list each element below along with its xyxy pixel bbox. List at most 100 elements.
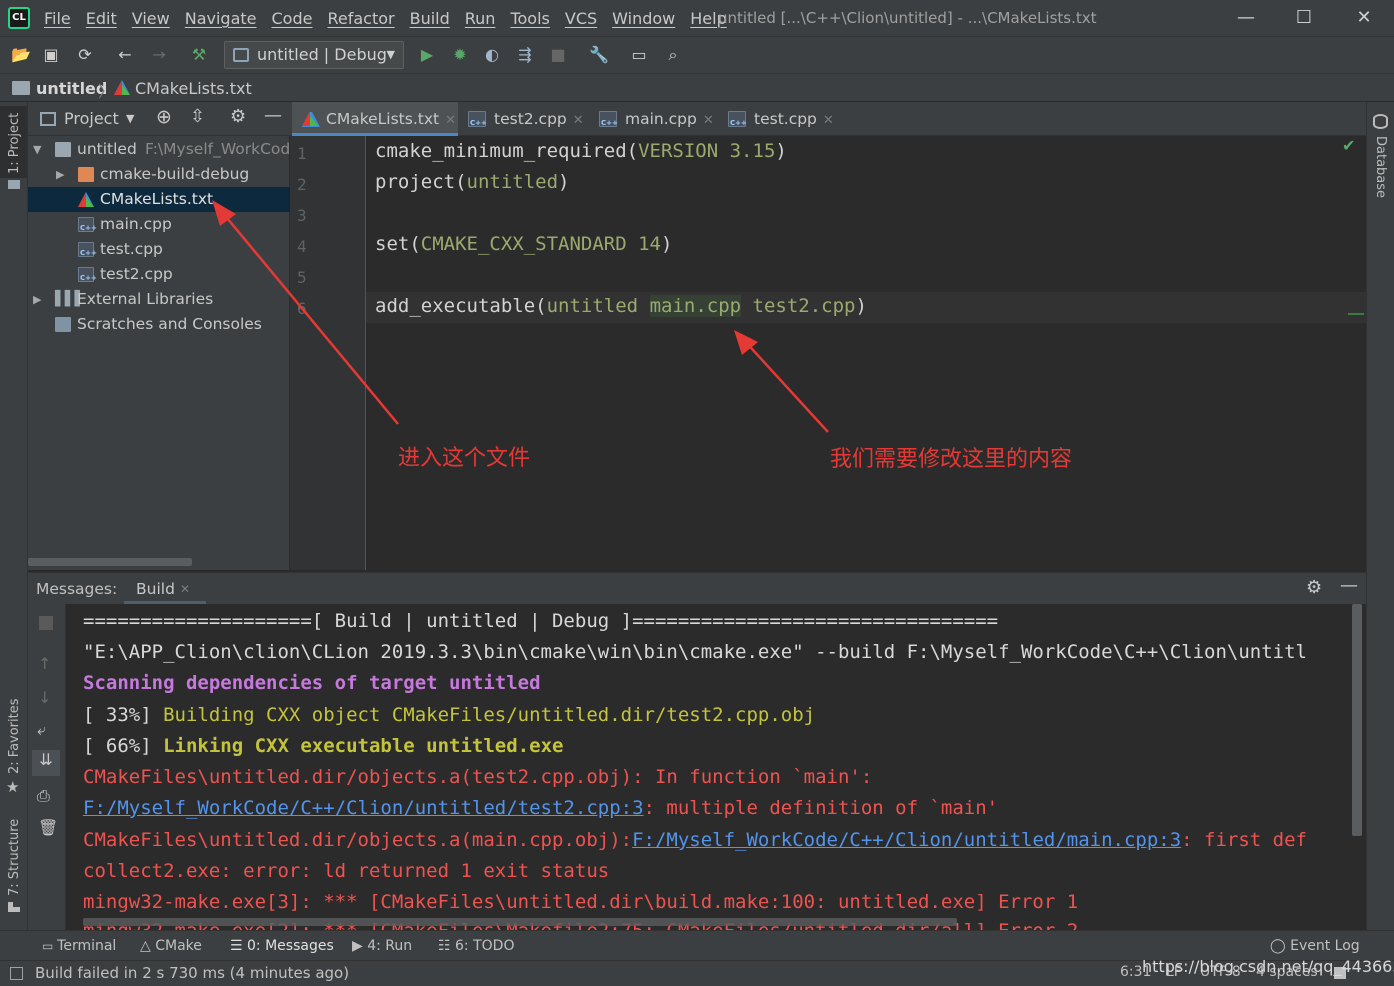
- close-tab-icon[interactable]: ✕: [180, 582, 190, 596]
- tree-item-cmakelists[interactable]: CMakeLists.txt: [28, 187, 290, 212]
- collapse-all-icon[interactable]: ⇳: [190, 106, 205, 127]
- run-icon[interactable]: ▶: [414, 42, 440, 68]
- tree-item-main-cpp[interactable]: main.cpp: [28, 212, 290, 237]
- close-window-icon[interactable]: ✕: [1344, 4, 1384, 32]
- project-structure-icon[interactable]: ▭: [626, 42, 652, 68]
- project-tool-button[interactable]: 1: Project: [7, 113, 22, 174]
- todo-tool-button[interactable]: ☷ 6: TODO: [438, 931, 514, 961]
- menu-file[interactable]: File: [44, 9, 71, 28]
- soft-wrap-icon[interactable]: ⤶: [37, 720, 46, 740]
- cmake-icon: △: [140, 938, 156, 954]
- close-tab-icon[interactable]: ✕: [823, 113, 834, 128]
- folder-icon: [78, 167, 94, 182]
- folder-icon: [12, 81, 30, 95]
- toggle-tool-windows-icon[interactable]: [10, 967, 23, 980]
- menu-code[interactable]: Code: [272, 9, 313, 28]
- trash-icon[interactable]: 🗑: [38, 818, 58, 837]
- minimize-icon[interactable]: —: [1226, 4, 1266, 32]
- arrow-down-icon[interactable]: ↓: [38, 688, 51, 707]
- run-config-icon: [233, 48, 249, 62]
- menu-view[interactable]: View: [132, 9, 170, 28]
- menu-edit[interactable]: Edit: [86, 9, 117, 28]
- horizontal-scrollbar[interactable]: [28, 558, 192, 566]
- locate-icon[interactable]: ⊕: [156, 106, 172, 128]
- maximize-icon[interactable]: ☐: [1284, 4, 1324, 32]
- tab-test2-cpp[interactable]: test2.cpp ✕: [460, 102, 588, 136]
- code-line-1[interactable]: cmake_minimum_required(VERSION 3.15): [375, 140, 787, 162]
- hide-panel-icon[interactable]: —: [1340, 575, 1358, 596]
- tab-cmakelists[interactable]: CMakeLists.txt ✕: [292, 102, 458, 136]
- coverage-icon[interactable]: ◐: [479, 42, 505, 68]
- output-line: mingw32-make.exe[3]: *** [CMakeFiles\unt…: [83, 891, 1079, 913]
- tab-main-cpp[interactable]: main.cpp ✕: [591, 102, 717, 136]
- tab-label: test2.cpp: [494, 110, 567, 128]
- close-tab-icon[interactable]: ✕: [445, 113, 456, 128]
- build-hammer-icon[interactable]: ⚒: [186, 42, 212, 68]
- favorites-tool-button[interactable]: 2: Favorites: [7, 698, 22, 774]
- search-icon[interactable]: ⌕: [660, 42, 686, 68]
- run-configuration-selector[interactable]: untitled | Debug ▼: [224, 41, 404, 69]
- menu-tools[interactable]: Tools: [510, 9, 549, 28]
- messages-tool-button[interactable]: ☰ 0: Messages: [230, 931, 334, 961]
- arrow-up-icon[interactable]: ↑: [38, 654, 51, 673]
- sync-icon[interactable]: ⟳: [72, 42, 98, 68]
- open-folder-icon[interactable]: 📂: [8, 42, 34, 68]
- code-line-2[interactable]: project(untitled): [375, 171, 569, 193]
- vertical-scrollbar[interactable]: [1352, 604, 1362, 836]
- print-icon[interactable]: ⎙: [37, 786, 50, 806]
- source-link[interactable]: F:/Myself_WorkCode/C++/Clion/untitled/ma…: [632, 829, 1181, 851]
- save-icon[interactable]: ▣: [38, 42, 64, 68]
- build-output[interactable]: ====================[ Build | untitled |…: [66, 604, 1366, 930]
- cpp-file-icon: [599, 111, 618, 127]
- project-view-title[interactable]: Project: [64, 109, 119, 128]
- tree-item-scratches[interactable]: Scratches and Consoles: [28, 312, 290, 337]
- source-link[interactable]: F:/Myself_WorkCode/C++/Clion/untitled/te…: [83, 797, 644, 819]
- expand-arrow-icon[interactable]: ▶: [33, 287, 41, 312]
- tab-build[interactable]: Build ✕: [124, 573, 206, 604]
- code-line-6[interactable]: add_executable(untitled main.cpp test2.c…: [375, 295, 867, 317]
- database-tool-button[interactable]: Database: [1373, 136, 1388, 198]
- menu-run[interactable]: Run: [465, 9, 496, 28]
- stop-icon[interactable]: ■: [545, 42, 571, 68]
- stop-icon[interactable]: [39, 616, 53, 630]
- close-tab-icon[interactable]: ✕: [703, 113, 714, 128]
- database-icon: [1373, 114, 1388, 129]
- debug-icon[interactable]: ✹: [447, 42, 473, 68]
- expand-arrow-icon[interactable]: ▼: [33, 137, 41, 162]
- scroll-to-end-icon[interactable]: ⇊: [32, 750, 60, 776]
- run-tool-button[interactable]: ▶ 4: Run: [352, 931, 412, 961]
- profile-icon[interactable]: ⇶: [512, 42, 538, 68]
- tree-item-test2-cpp[interactable]: test2.cpp: [28, 262, 290, 287]
- structure-tool-button[interactable]: 7: Structure: [7, 819, 22, 896]
- horizontal-scrollbar[interactable]: [83, 918, 957, 926]
- tree-item-external-libraries[interactable]: ▶ ▌▌▌ External Libraries: [28, 287, 290, 312]
- clion-logo: CL: [8, 7, 30, 29]
- menu-vcs[interactable]: VCS: [565, 9, 597, 28]
- expand-arrow-icon[interactable]: ▶: [56, 162, 64, 187]
- cmake-file-icon: [78, 192, 94, 207]
- menu-navigate[interactable]: Navigate: [185, 9, 257, 28]
- code-line-4[interactable]: set(CMAKE_CXX_STANDARD 14): [375, 233, 672, 255]
- menu-build[interactable]: Build: [410, 9, 450, 28]
- settings-wrench-icon[interactable]: 🔧: [586, 42, 612, 68]
- chevron-down-icon[interactable]: ▼: [126, 112, 134, 125]
- close-tab-icon[interactable]: ✕: [573, 113, 584, 128]
- tree-item-cmake-build-debug[interactable]: ▶ cmake-build-debug: [28, 162, 290, 187]
- code-editor[interactable]: cmake_minimum_required(VERSION 3.15) pro…: [366, 136, 1366, 570]
- tab-test-cpp[interactable]: test.cpp ✕: [720, 102, 840, 136]
- menu-window[interactable]: Window: [612, 9, 675, 28]
- tree-item-untitled[interactable]: ▼ untitled F:\Myself_WorkCode: [28, 137, 290, 162]
- terminal-tool-button[interactable]: ▭ Terminal: [42, 931, 116, 961]
- line-number: 6: [297, 299, 307, 318]
- menu-refactor[interactable]: Refactor: [327, 9, 394, 28]
- gear-icon[interactable]: ⚙: [1306, 577, 1322, 598]
- tree-item-test-cpp[interactable]: test.cpp: [28, 237, 290, 262]
- breadcrumb-file[interactable]: CMakeLists.txt: [135, 79, 252, 98]
- back-icon[interactable]: ←: [112, 42, 138, 68]
- breadcrumb-project[interactable]: untitled: [36, 79, 107, 98]
- tree-item-path: F:\Myself_WorkCode: [145, 140, 290, 158]
- cmake-tool-button[interactable]: △ CMake: [140, 931, 202, 961]
- forward-icon[interactable]: →: [146, 42, 172, 68]
- hide-panel-icon[interactable]: —: [264, 105, 282, 126]
- gear-icon[interactable]: ⚙: [230, 106, 246, 127]
